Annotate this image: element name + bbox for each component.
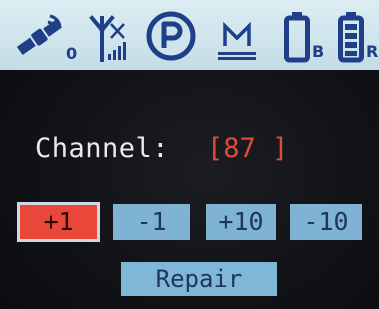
memory-icon — [218, 21, 256, 60]
plus-ten-button[interactable]: +10 — [206, 204, 276, 240]
minus-ten-button[interactable]: -10 — [290, 204, 362, 240]
device-screen: 0 B R Channel: [87] +1 -1 +10 -10 Repai… — [0, 0, 379, 309]
battery-b-icon — [284, 12, 310, 63]
battery-b-label: B — [312, 42, 325, 61]
minus-one-button[interactable]: -1 — [113, 204, 190, 240]
parking-icon — [146, 11, 196, 61]
status-bar: 0 B R — [0, 0, 379, 70]
gps-satellite-count: 0 — [66, 44, 78, 63]
repair-button[interactable]: Repair — [121, 262, 277, 296]
antenna-signal-icon — [89, 15, 126, 62]
battery-r-label: R — [366, 42, 379, 61]
channel-label: Channel: — [35, 133, 170, 164]
channel-value: [87 ] — [207, 133, 289, 164]
satellite-icon — [16, 14, 62, 56]
plus-one-button[interactable]: +1 — [17, 202, 100, 242]
battery-r-icon — [338, 12, 364, 63]
